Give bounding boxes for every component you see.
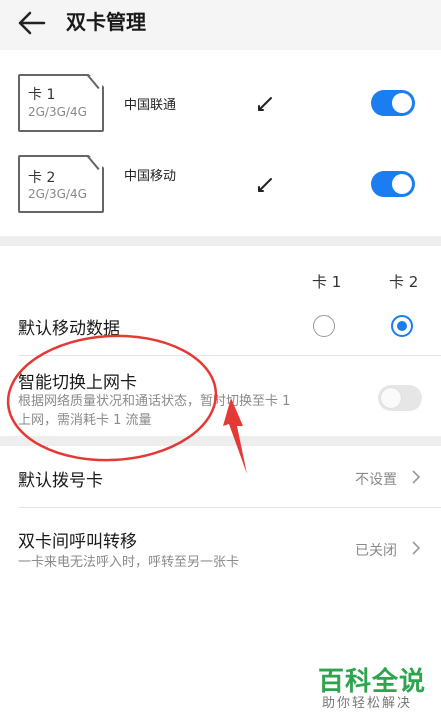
radio-dot: [397, 321, 407, 331]
sim-1-name: 卡 1: [28, 87, 56, 103]
default-dial-value[interactable]: 不设置: [355, 469, 397, 489]
chevron-right-icon[interactable]: [411, 541, 421, 555]
sim-2-name: 卡 2: [28, 170, 56, 186]
arrow-left-icon[interactable]: [14, 8, 48, 38]
column-card-2: 卡 2: [389, 273, 419, 291]
section-separator: [0, 236, 441, 246]
watermark-subtitle: 助你轻松解决: [322, 696, 413, 711]
sim-1-toggle[interactable]: [371, 90, 415, 116]
smart-switch-toggle[interactable]: [378, 385, 422, 411]
toggle-knob: [392, 93, 412, 113]
column-card-1: 卡 1: [312, 273, 342, 291]
page-title: 双卡管理: [66, 10, 146, 34]
sim-1-carrier: 中国联通: [124, 98, 177, 113]
toggle-knob: [392, 174, 412, 194]
edit-sim-1-icon[interactable]: [257, 94, 275, 112]
annotation-arrow: [223, 398, 247, 474]
sim-2-toggle[interactable]: [371, 171, 415, 197]
divider: [18, 507, 441, 508]
chevron-right-icon[interactable]: [411, 470, 421, 484]
edit-sim-2-icon[interactable]: [257, 175, 275, 193]
toggle-knob: [381, 388, 401, 408]
sim-2-network: 2G/3G/4G: [28, 187, 87, 201]
sim-2-carrier: 中国移动: [124, 169, 177, 184]
call-forward-value[interactable]: 已关闭: [355, 540, 397, 560]
sim-1-network: 2G/3G/4G: [28, 105, 87, 119]
default-data-card-1-radio[interactable]: [313, 315, 335, 337]
default-data-card-2-radio[interactable]: [391, 315, 413, 337]
call-forward-description: 一卡来电无法呼入时，呼转至另一张卡: [18, 555, 240, 570]
call-forward-label[interactable]: 双卡间呼叫转移: [18, 527, 137, 552]
